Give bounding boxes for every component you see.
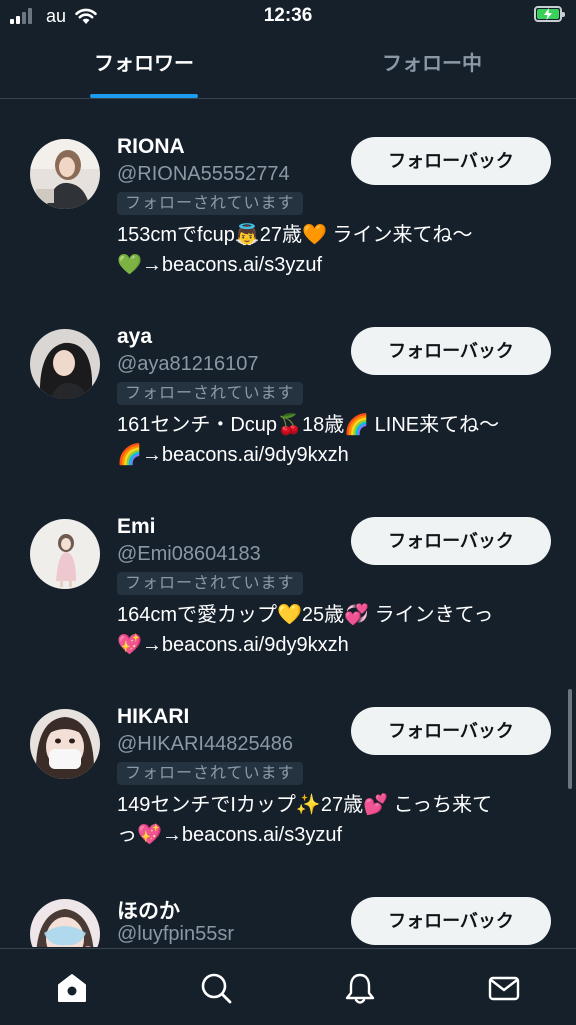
follow-back-button[interactable]: フォローバック (351, 897, 551, 945)
scrollbar[interactable] (568, 689, 572, 789)
follows-you-badge: フォローされています (117, 762, 303, 785)
list-item[interactable]: Emi @Emi08604183 フォローされています 164cmで愛カップ💛2… (0, 479, 576, 669)
tab-following[interactable]: フォロー中 (288, 32, 576, 98)
tab-followers[interactable]: フォロワー (0, 32, 288, 98)
clock: 12:36 (263, 5, 313, 26)
follows-you-badge: フォローされています (117, 572, 303, 595)
display-name: RIONA (117, 135, 185, 158)
avatar[interactable] (30, 899, 100, 947)
home-icon[interactable] (55, 971, 89, 1005)
bottom-nav (0, 948, 576, 1025)
user-bio: 149センチでIカップ✨27歳💕 こっち来て っ💖→beacons.ai/s3y… (117, 794, 493, 846)
user-handle: @Emi08604183 (117, 543, 261, 565)
list-item[interactable]: ほのか @luyfpin55sr フォローバック (0, 859, 576, 947)
messages-icon[interactable] (487, 971, 521, 1005)
user-handle: @aya81216107 (117, 353, 259, 375)
list-item[interactable]: RIONA @RIONA55552774 フォローされています 153cmでfc… (0, 99, 576, 289)
user-bio: 161センチ・Dcup🍒18歳🌈 LINE来てね〜 🌈→beacons.ai/9… (117, 414, 500, 466)
follow-back-button[interactable]: フォローバック (351, 137, 551, 185)
user-bio: 153cmでfcup👼27歳🧡 ライン来てね〜 💚→beacons.ai/s3y… (117, 224, 473, 276)
search-icon[interactable] (199, 971, 233, 1005)
avatar[interactable] (30, 329, 100, 399)
display-name: Emi (117, 515, 156, 538)
status-bar: au 12:36 (0, 0, 576, 32)
follow-back-button[interactable]: フォローバック (351, 517, 551, 565)
avatar[interactable] (30, 709, 100, 779)
user-handle: @HIKARI44825486 (117, 733, 293, 755)
follow-back-button[interactable]: フォローバック (351, 327, 551, 375)
active-tab-indicator (90, 94, 198, 98)
follower-list[interactable]: RIONA @RIONA55552774 フォローされています 153cmでfc… (0, 99, 576, 947)
follow-tabs: フォロワー フォロー中 (0, 32, 576, 99)
avatar[interactable] (30, 139, 100, 209)
follow-back-button[interactable]: フォローバック (351, 707, 551, 755)
avatar[interactable] (30, 519, 100, 589)
user-handle: @luyfpin55sr (117, 923, 235, 945)
user-handle: @RIONA55552774 (117, 163, 290, 185)
list-item[interactable]: HIKARI @HIKARI44825486 フォローされています 149センチ… (0, 669, 576, 859)
follows-you-badge: フォローされています (117, 382, 303, 405)
user-bio: 164cmで愛カップ💛25歳💞 ラインきてっ 💖→beacons.ai/9dy9… (117, 604, 494, 656)
display-name: ほのか (117, 900, 180, 923)
list-item[interactable]: aya @aya81216107 フォローされています 161センチ・Dcup🍒… (0, 289, 576, 479)
battery-charging-icon (534, 6, 565, 22)
display-name: aya (117, 325, 153, 348)
notifications-icon[interactable] (343, 971, 377, 1005)
follows-you-badge: フォローされています (117, 192, 303, 215)
display-name: HIKARI (117, 705, 190, 728)
